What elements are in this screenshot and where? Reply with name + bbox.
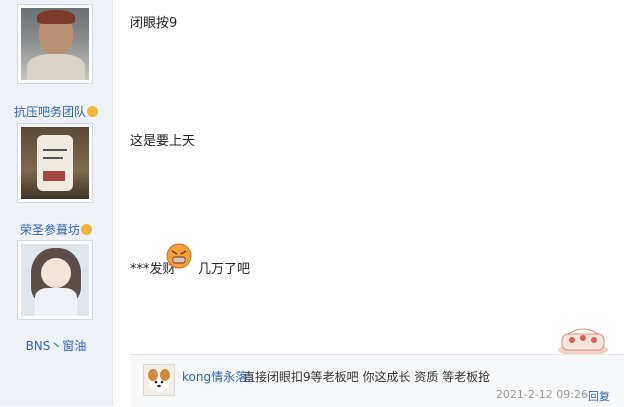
username-user-4[interactable]: BNS丶窗油	[0, 337, 112, 354]
post-text-2: 这是要上天	[130, 134, 196, 149]
medal-icon	[81, 224, 92, 235]
post-text-3-after: 几万了吧	[198, 262, 251, 277]
reply-username[interactable]: kong情永落:	[182, 368, 251, 385]
medal-icon	[87, 106, 98, 117]
reply-timestamp: 2021-2-12 09:26	[495, 388, 588, 401]
angry-face-emoji-icon	[166, 243, 192, 269]
user-sidebar: 抗压吧务团队 荣圣参葺坊 BNS丶窗油	[0, 0, 113, 406]
username-user-3[interactable]: 荣圣参葺坊	[0, 221, 112, 238]
username-user-2[interactable]: 抗压吧务团队	[0, 103, 112, 120]
decorative-cake-icon	[558, 328, 608, 356]
avatar-user-1[interactable]	[17, 4, 93, 84]
reply-avatar[interactable]	[143, 364, 175, 396]
reply-item: kong情永落: 直接闭眼扣9等老板吧 你这成长 资质 等老板抢 2021-2-…	[130, 354, 624, 407]
post-text-1: 闭眼按9	[130, 16, 178, 31]
avatar-user-3[interactable]	[17, 240, 93, 320]
reply-content: 直接闭眼扣9等老板吧 你这成长 资质 等老板抢	[243, 370, 491, 384]
avatar-user-2[interactable]	[17, 123, 93, 203]
reply-button[interactable]: 回复	[588, 388, 610, 404]
dog-avatar-icon	[144, 365, 174, 395]
